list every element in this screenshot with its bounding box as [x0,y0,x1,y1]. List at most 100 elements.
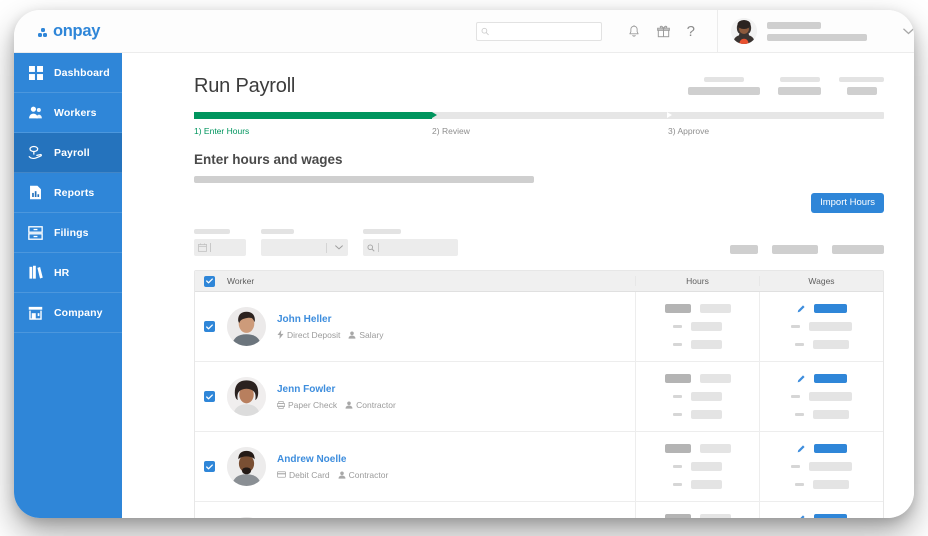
worker-name[interactable]: Andrew Noelle [277,454,388,465]
worker-type-label: Salary [359,329,384,340]
sidebar-item-hr[interactable]: HR [14,253,122,293]
search-icon [367,244,375,252]
header-summary-item [688,77,760,95]
calendar-icon [198,243,207,252]
sidebar-item-reports[interactable]: Reports [14,173,122,213]
stepper-labels: 1) Enter Hours 2) Review 3) Approve [194,126,884,136]
worker-type-label: Contractor [356,399,396,410]
sidebar-item-dashboard[interactable]: Dashboard [14,53,122,93]
hours-cell[interactable] [635,432,759,501]
step-3-approve[interactable]: 3) Approve [668,126,709,136]
sidebar-item-workers[interactable]: Workers [14,93,122,133]
global-search-field[interactable] [489,26,597,36]
worker-cell: John Heller Direct Deposit Salary [223,292,635,361]
sidebar-item-payroll[interactable]: Payroll [14,133,122,173]
action-placeholder[interactable] [730,245,758,254]
worker-name[interactable]: Jenn Fowler [277,384,396,395]
chevron-down-icon[interactable] [903,22,914,40]
edit-pencil-icon[interactable] [797,514,805,518]
card-icon [277,471,286,478]
column-header-worker[interactable]: Worker [223,276,635,286]
edit-pencil-icon[interactable] [797,304,805,313]
edit-pencil-icon[interactable] [797,374,805,383]
search-input[interactable] [363,239,458,256]
avatar [731,18,757,44]
step-1-enter-hours[interactable]: 1) Enter Hours [194,126,432,136]
row-checkbox[interactable] [195,432,223,501]
brand-logo[interactable]: onpay [38,22,146,41]
main-content: Run Payroll 1) Enter Hours 2) Review 3) … [122,53,914,518]
worker-type: Salary [348,330,383,340]
money-hand-icon [28,145,43,160]
worker-name[interactable]: John Heller [277,314,383,325]
help-icon[interactable]: ? [687,24,695,39]
worker-meta: Paper Check Contractor [277,400,396,410]
action-placeholder[interactable] [832,245,884,254]
dots-logo-icon [38,25,49,37]
import-hours-button[interactable]: Import Hours [811,193,884,213]
hours-cell[interactable] [635,292,759,361]
pay-method: Debit Card [277,470,330,480]
table-row: John Heller Direct Deposit Salary [195,292,883,362]
sidebar-item-label: Payroll [54,146,90,159]
date-input[interactable] [194,239,246,256]
import-row: Import Hours [194,193,884,217]
global-search-input[interactable] [475,21,602,41]
chevron-down-icon [335,245,343,250]
department-filter [261,229,348,256]
wages-cell[interactable] [759,362,883,431]
bell-icon[interactable] [628,24,640,38]
person-icon [348,330,356,339]
stepper-track [194,112,884,119]
books-icon [28,265,43,280]
check-icon [205,278,213,284]
column-header-hours[interactable]: Hours [635,276,759,286]
pay-method-label: Paper Check [288,399,338,410]
row-checkbox[interactable] [195,502,223,518]
worker-cell: Amy Casca Direct Deposit [223,502,635,518]
worker-cell: Andrew Noelle Debit Card Contractor [223,432,635,501]
search-icon [481,27,489,35]
worker-meta: Debit Card Contractor [277,470,388,480]
payroll-stepper: 1) Enter Hours 2) Review 3) Approve [194,112,884,136]
payroll-table: Worker Hours Wages John Heller Direct De… [194,270,884,518]
pay-period-filter [194,229,246,256]
pay-method: Paper Check [277,400,337,410]
sidebar-item-filings[interactable]: Filings [14,213,122,253]
column-header-wages[interactable]: Wages [759,276,883,286]
header-summary-item [839,77,884,95]
sidebar-item-label: Filings [54,226,89,239]
sidebar-item-label: Workers [54,106,97,119]
step-2-review[interactable]: 2) Review [432,126,668,136]
person-icon [338,470,346,479]
row-checkbox[interactable] [195,292,223,361]
page-header: Run Payroll [194,75,884,98]
hours-cell[interactable] [635,362,759,431]
avatar [227,377,266,416]
worker-type: Contractor [345,400,396,410]
sidebar-item-company[interactable]: Company [14,293,122,333]
gift-icon[interactable] [656,25,670,38]
filter-action-placeholders [730,245,884,256]
avatar [227,307,266,346]
select-all-checkbox[interactable] [195,275,223,287]
pay-method: Direct Deposit [277,330,340,340]
check-icon [205,323,213,329]
wages-cell[interactable] [759,292,883,361]
user-menu[interactable] [718,18,914,44]
worker-search-filter [363,229,458,256]
page-title: Run Payroll [194,75,296,97]
row-checkbox[interactable] [195,362,223,431]
action-placeholder[interactable] [772,245,818,254]
wages-cell[interactable] [759,432,883,501]
stepper-notch [667,112,673,118]
worker-info: Jenn Fowler Paper Check Contractor [277,384,396,410]
wages-cell[interactable] [759,502,883,518]
chart-document-icon [28,185,43,200]
pay-method-label: Debit Card [289,469,330,480]
hours-cell[interactable] [635,502,759,518]
avatar [227,447,266,486]
edit-pencil-icon[interactable] [797,444,805,453]
sidebar: Dashboard Workers Payroll Reports Filing… [14,53,122,518]
select-dropdown[interactable] [261,239,348,256]
